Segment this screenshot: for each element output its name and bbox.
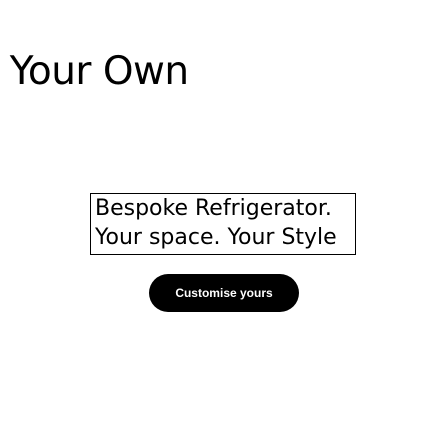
product-tagline-line-2: Your space. Your Style [95,225,337,250]
hero-heading: t Your Own [0,47,448,97]
product-tagline-box: Bespoke Refrigerator. Your space. Your S… [90,193,356,255]
product-tagline-line-1: Bespoke Refrigerator. [95,196,332,221]
hero-heading-text: t Your Own [0,49,189,94]
customise-yours-button[interactable]: Customise yours [149,274,299,312]
